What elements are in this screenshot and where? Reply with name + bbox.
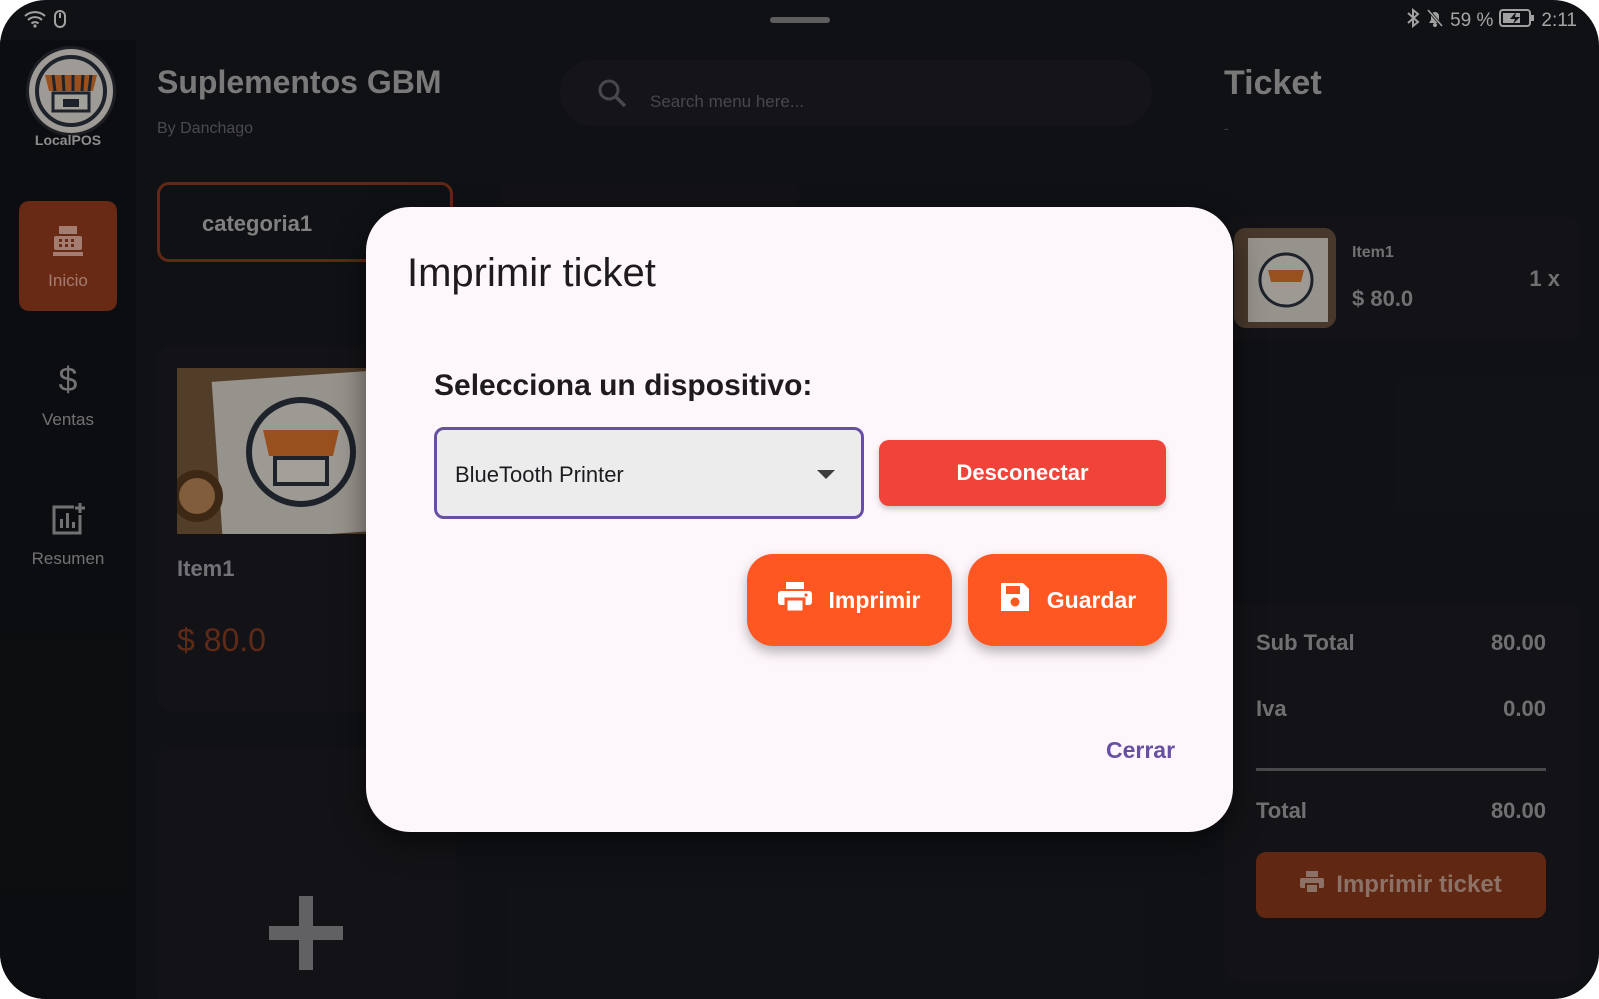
save-button[interactable]: Guardar xyxy=(968,554,1167,646)
device-label: Selecciona un dispositivo: xyxy=(434,369,813,402)
app-screen: 59 % 2:11 LocalPOS Inicio $ Ventas Resum… xyxy=(0,0,1599,999)
dropdown-arrow-icon xyxy=(817,470,835,479)
device-selected-value: BlueTooth Printer xyxy=(455,462,624,487)
print-dialog: Imprimir ticket Selecciona un dispositiv… xyxy=(366,207,1233,832)
disconnect-label: Desconectar xyxy=(956,460,1089,485)
save-icon xyxy=(999,581,1031,619)
print-button[interactable]: Imprimir xyxy=(747,554,952,646)
disconnect-button[interactable]: Desconectar xyxy=(879,440,1166,506)
printer-icon xyxy=(778,582,813,618)
save-label: Guardar xyxy=(1046,586,1137,613)
dialog-title: Imprimir ticket xyxy=(407,251,656,295)
close-button[interactable]: Cerrar xyxy=(1106,737,1175,764)
device-select[interactable]: BlueTooth Printer xyxy=(434,427,864,519)
print-label: Imprimir xyxy=(828,586,921,613)
